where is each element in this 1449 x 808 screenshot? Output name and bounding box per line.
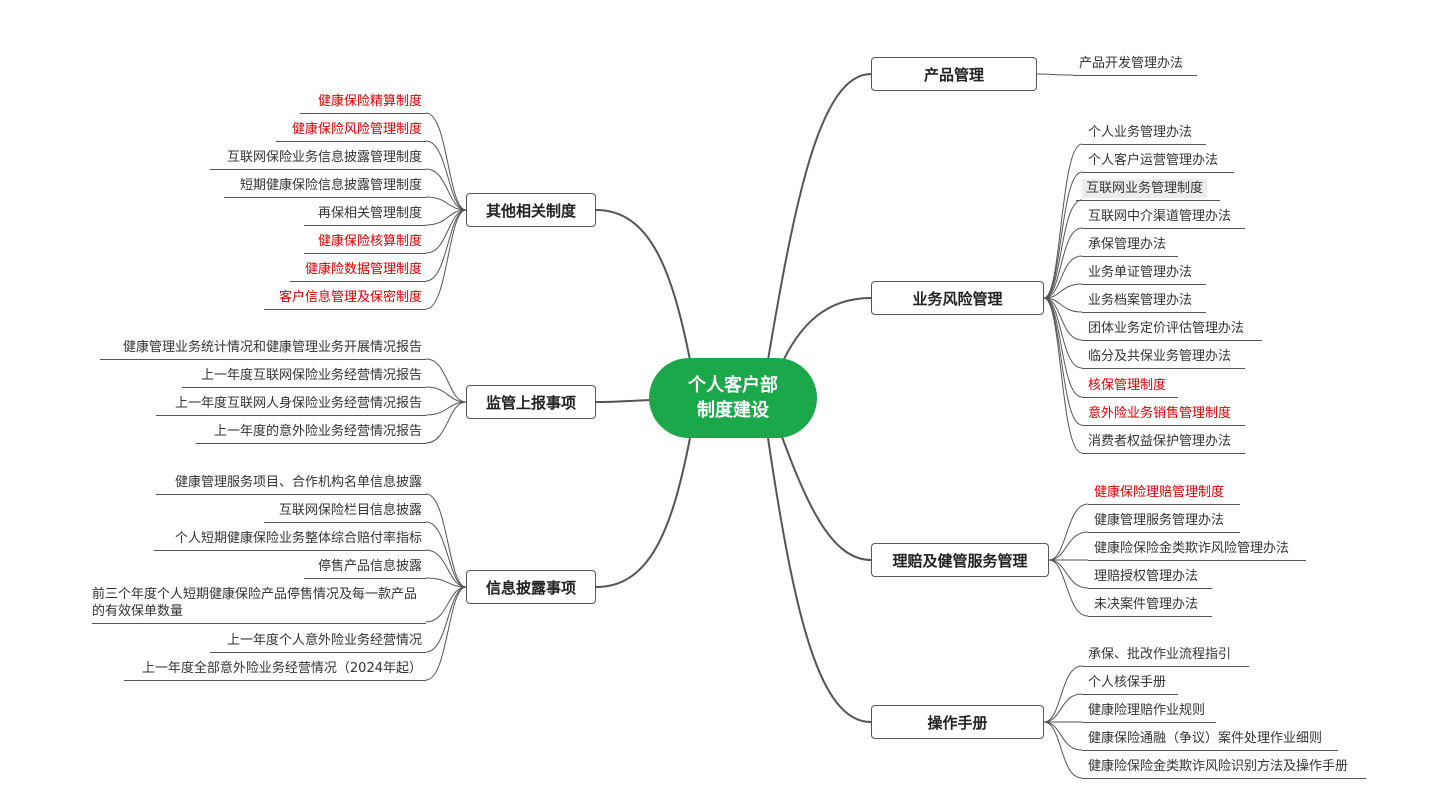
link-disclosure-leaf-5 [425,586,467,623]
mind-map-canvas: 个人客户部 制度建设 产品管理 业务风险管理 理赔及健管服务管理 操作手册 其他… [0,0,1449,808]
leaf-regulatory-4[interactable]: 上一年度的意外险业务经营情况报告 [196,420,426,444]
leaf-manual-3[interactable]: 健康险理赔作业规则 [1082,699,1216,723]
leaf-other-5[interactable]: 再保相关管理制度 [304,202,426,226]
link-business-leaf-3 [1043,199,1083,299]
link-center-manual [767,437,872,723]
leaf-claims-2[interactable]: 健康管理服务管理办法 [1088,509,1240,533]
leaf-claims-3[interactable]: 健康险保险金类欺诈风险管理办法 [1088,537,1306,561]
leaf-disclosure-6[interactable]: 上一年度个人意外险业务经营情况 [210,629,426,653]
leaf-manual-5[interactable]: 健康险保险金类欺诈风险识别方法及操作手册 [1082,755,1366,779]
leaf-other-3[interactable]: 互联网保险业务信息披露管理制度 [210,146,426,170]
central-topic-line-2: 制度建设 [697,400,769,421]
branch-information-disclosure[interactable]: 信息披露事项 [466,570,596,604]
leaf-business-1[interactable]: 个人业务管理办法 [1082,121,1206,145]
link-manual-leaf-2 [1043,693,1083,723]
leaf-business-12[interactable]: 消费者权益保护管理办法 [1082,430,1245,454]
branch-operation-manual[interactable]: 操作手册 [871,705,1044,739]
leaf-other-6[interactable]: 健康保险核算制度 [304,230,426,254]
leaf-regulatory-3[interactable]: 上一年度互联网人身保险业务经营情况报告 [156,392,426,416]
link-other-leaf-3 [425,168,467,211]
link-center-product [767,73,872,361]
leaf-regulatory-2[interactable]: 上一年度互联网保险业务经营情况报告 [182,364,426,388]
leaf-disclosure-7[interactable]: 上一年度全部意外险业务经营情况（2024年起） [124,657,426,681]
leaf-disclosure-2[interactable]: 互联网保险栏目信息披露 [264,499,426,523]
leaf-disclosure-4[interactable]: 停售产品信息披露 [304,555,426,579]
leaf-other-4[interactable]: 短期健康保险信息披露管理制度 [224,174,426,198]
link-claims-leaf-5 [1048,559,1089,617]
link-regulatory-leaf-1 [425,358,467,403]
link-center-claims [777,425,872,561]
leaf-manual-2[interactable]: 个人核保手册 [1082,671,1178,695]
link-center-regulatory [595,399,651,403]
leaf-other-2[interactable]: 健康保险风险管理制度 [276,118,426,142]
leaf-product-1[interactable]: 产品开发管理办法 [1073,52,1197,76]
link-claims-leaf-2 [1048,531,1089,561]
leaf-business-8[interactable]: 团体业务定价评估管理办法 [1082,317,1262,341]
link-product-leaf-1 [1036,73,1074,76]
link-business-leaf-10 [1043,297,1083,398]
leaf-disclosure-3[interactable]: 个人短期健康保险业务整体综合赔付率指标 [154,527,426,551]
link-disclosure-leaf-7 [425,586,467,681]
link-claims-leaf-1 [1048,503,1089,561]
leaf-business-6[interactable]: 业务单证管理办法 [1082,261,1206,285]
branch-regulatory-reporting[interactable]: 监管上报事项 [466,385,596,419]
leaf-business-4[interactable]: 互联网中介渠道管理办法 [1082,205,1245,229]
link-other-leaf-1 [425,112,467,211]
link-manual-leaf-1 [1043,665,1083,723]
leaf-disclosure-1[interactable]: 健康管理服务项目、合作机构名单信息披露 [156,471,426,495]
leaf-other-8[interactable]: 客户信息管理及保密制度 [264,286,426,310]
leaf-other-7[interactable]: 健康险数据管理制度 [290,258,426,282]
leaf-business-10[interactable]: 核保管理制度 [1082,374,1178,398]
central-topic[interactable]: 个人客户部 制度建设 [649,358,817,438]
link-center-other [595,209,691,361]
branch-claims-health-service-management[interactable]: 理赔及健管服务管理 [871,543,1049,577]
leaf-business-11[interactable]: 意外险业务销售管理制度 [1082,402,1245,426]
link-manual-leaf-4 [1043,721,1083,751]
leaf-other-1[interactable]: 健康保险精算制度 [300,90,426,114]
leaf-claims-4[interactable]: 理赔授权管理办法 [1088,565,1212,589]
link-other-leaf-6 [425,209,467,254]
leaf-business-9[interactable]: 临分及共保业务管理办法 [1082,345,1245,369]
leaf-regulatory-1[interactable]: 健康管理业务统计情况和健康管理业务开展情况报告 [100,336,426,360]
link-other-leaf-2 [425,140,467,211]
leaf-manual-4[interactable]: 健康保险通融（争议）案件处理作业细则 [1082,727,1338,751]
link-business-leaf-11 [1043,297,1083,426]
link-center-disclosure [595,437,691,588]
link-claims-leaf-4 [1048,559,1089,589]
central-topic-line-1: 个人客户部 [688,375,778,396]
leaf-disclosure-5[interactable]: 前三个年度个人短期健康保险产品停售情况及每一款产品的有效保单数量 [92,586,426,624]
link-manual-leaf-5 [1043,721,1083,779]
link-business-leaf-1 [1043,143,1083,299]
link-other-leaf-7 [425,209,467,282]
link-business-leaf-4 [1043,227,1083,299]
leaf-manual-1[interactable]: 承保、批改作业流程指引 [1082,643,1249,667]
leaf-business-7[interactable]: 业务档案管理办法 [1082,289,1206,313]
leaf-business-2[interactable]: 个人客户运营管理办法 [1082,149,1234,173]
leaf-claims-5[interactable]: 未决案件管理办法 [1088,593,1212,617]
leaf-business-3[interactable]: 互联网业务管理制度 [1076,177,1220,201]
leaf-claims-1[interactable]: 健康保险理赔管理制度 [1088,481,1240,505]
branch-business-risk-management[interactable]: 业务风险管理 [871,281,1044,315]
link-regulatory-leaf-4 [425,401,467,444]
branch-other-regulations[interactable]: 其他相关制度 [466,193,596,227]
branch-product-management[interactable]: 产品管理 [871,57,1037,91]
leaf-business-5[interactable]: 承保管理办法 [1082,233,1178,257]
link-disclosure-leaf-1 [425,493,467,588]
